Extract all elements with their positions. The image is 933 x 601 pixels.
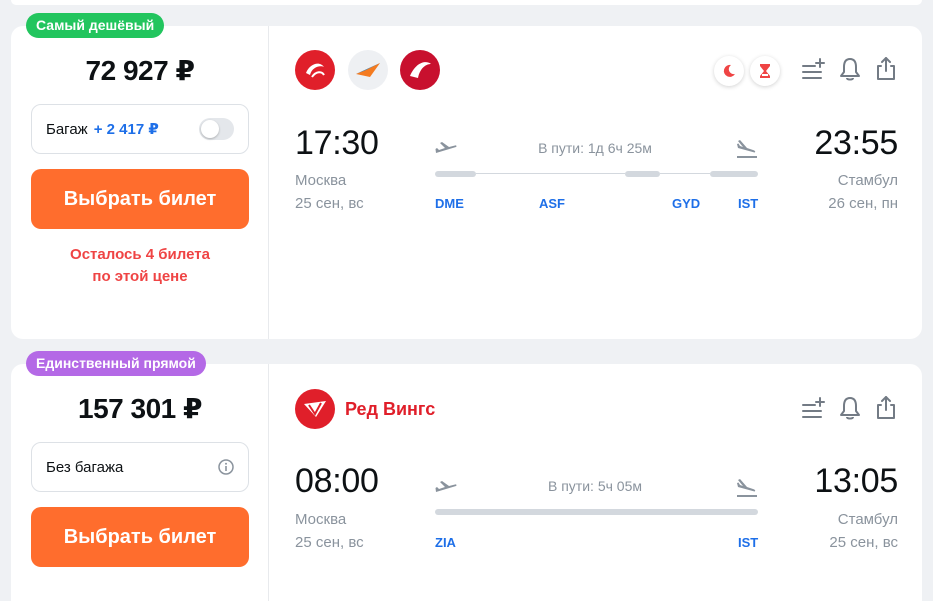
departure-city: Москва	[295, 511, 347, 528]
add-to-compare-icon[interactable]	[801, 56, 827, 82]
airline-logo-1-icon	[295, 50, 335, 90]
airport-code[interactable]: IST	[738, 535, 758, 550]
arrival-city: Стамбул	[837, 511, 898, 528]
previous-card-bottom	[11, 0, 922, 5]
airline-logo-2-icon	[348, 50, 388, 90]
price-alert-bell-icon[interactable]	[837, 395, 863, 421]
ticket-price: 157 301 ₽	[78, 393, 202, 424]
arrival-date: 25 сен, вс	[829, 534, 898, 551]
airport-code[interactable]: ZIA	[435, 535, 456, 550]
departure-time: 17:30	[295, 124, 379, 162]
arrival-time: 23:55	[814, 124, 898, 162]
share-icon[interactable]	[873, 394, 899, 420]
add-to-compare-icon[interactable]	[801, 395, 827, 421]
baggage-label: Без багажа	[46, 458, 124, 476]
warning-line-1: Осталось 4 билета	[70, 246, 210, 263]
landing-icon	[735, 137, 759, 161]
arrival-time: 13:05	[814, 462, 898, 500]
baggage-info-row: Без багажа	[31, 442, 249, 492]
takeoff-icon	[434, 476, 458, 500]
flight-duration: В пути: 5ч 05м	[548, 478, 642, 494]
airline-name: Ред Вингс	[345, 399, 436, 419]
red-wings-logo-icon	[295, 389, 335, 429]
cheapest-badge: Самый дешёвый	[26, 13, 165, 38]
share-icon[interactable]	[873, 55, 899, 81]
price-column: Самый дешёвый 72 927 ₽ Багаж + 2 417 ₽ В…	[11, 13, 269, 339]
long-layover-icon	[750, 56, 780, 86]
info-icon[interactable]	[218, 459, 234, 475]
only-direct-badge: Единственный прямой	[26, 351, 206, 376]
baggage-toggle[interactable]	[199, 118, 234, 140]
departure-date: 25 сен, вс	[295, 534, 364, 551]
route-segment-3	[710, 171, 758, 177]
departure-date: 25 сен, вс	[295, 195, 364, 212]
price-alert-bell-icon[interactable]	[837, 56, 863, 82]
departure-city: Москва	[295, 172, 347, 189]
arrival-city: Стамбул	[837, 172, 898, 189]
route-segment-1	[435, 171, 476, 177]
baggage-toggle-row[interactable]: Багаж + 2 417 ₽	[31, 104, 249, 154]
price-column: Единственный прямой 157 301 ₽ Без багажа…	[11, 351, 269, 601]
route-segment-direct	[435, 509, 758, 515]
route-leg-1	[476, 173, 625, 174]
airport-code[interactable]: ASF	[539, 196, 565, 211]
airport-code[interactable]: GYD	[672, 196, 700, 211]
select-ticket-button[interactable]: Выбрать билет	[31, 507, 249, 567]
landing-icon	[735, 476, 759, 500]
warning-line-2: по этой цене	[92, 268, 188, 285]
flight-duration: В пути: 1д 6ч 25м	[538, 140, 652, 156]
seats-left-warning: Осталось 4 билета по этой цене	[11, 244, 269, 288]
airport-code[interactable]: DME	[435, 196, 464, 211]
airline-logo-3-icon	[400, 50, 440, 90]
route-leg-2	[660, 173, 710, 174]
ticket-price: 72 927 ₽	[85, 55, 195, 86]
night-flight-icon	[714, 56, 744, 86]
takeoff-icon	[434, 137, 458, 161]
baggage-extra-price: + 2 417 ₽	[93, 121, 159, 138]
arrival-date: 26 сен, пн	[828, 195, 898, 212]
route-segment-2	[625, 171, 660, 177]
departure-time: 08:00	[295, 462, 379, 500]
baggage-label: Багаж	[46, 120, 88, 138]
airport-code[interactable]: IST	[738, 196, 758, 211]
select-ticket-button[interactable]: Выбрать билет	[31, 169, 249, 229]
